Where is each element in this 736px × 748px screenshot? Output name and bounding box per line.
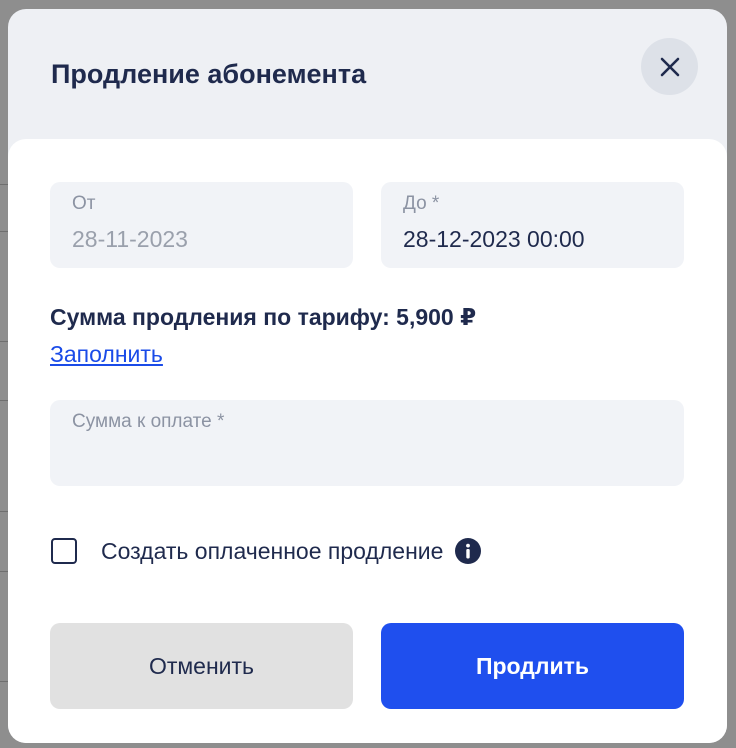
from-date-field[interactable]: От 28-11-2023	[50, 182, 353, 268]
info-glyph	[466, 543, 471, 559]
background-divider	[0, 184, 8, 185]
dialog-title: Продление абонемента	[51, 59, 367, 89]
info-icon[interactable]	[455, 538, 482, 564]
from-date-value: 28-11-2023	[72, 226, 188, 252]
renewal-dialog: Продление абонемента От 28-11-2023 До * …	[8, 9, 727, 743]
dialog-header: Продление абонемента	[8, 9, 727, 139]
paid-renewal-checkbox[interactable]	[51, 538, 77, 564]
background-divider	[0, 231, 8, 232]
background-divider	[0, 341, 8, 342]
background-divider	[0, 400, 8, 401]
close-button[interactable]	[641, 38, 698, 95]
payment-amount-label: Сумма к оплате *	[72, 411, 225, 432]
paid-renewal-row: Создать оплаченное продление	[51, 536, 482, 566]
background-divider	[0, 511, 8, 512]
tariff-sum-text: Сумма продления по тарифу: 5,900 ₽	[50, 304, 477, 330]
fill-link[interactable]: Заполнить	[50, 340, 163, 368]
to-date-field[interactable]: До * 28-12-2023 00:00	[381, 182, 684, 268]
payment-amount-field[interactable]: Сумма к оплате *	[50, 400, 684, 486]
dialog-body: От 28-11-2023 До * 28-12-2023 00:00 Сумм…	[8, 139, 727, 743]
to-date-value: 28-12-2023 00:00	[403, 226, 585, 252]
from-date-label: От	[72, 193, 96, 214]
cancel-button[interactable]: Отменить	[50, 623, 353, 709]
background-divider	[0, 571, 8, 572]
renew-button[interactable]: Продлить	[381, 623, 684, 709]
background-divider	[0, 681, 8, 682]
to-date-label: До *	[403, 193, 440, 214]
close-icon	[660, 57, 679, 76]
paid-renewal-label[interactable]: Создать оплаченное продление	[101, 537, 443, 565]
